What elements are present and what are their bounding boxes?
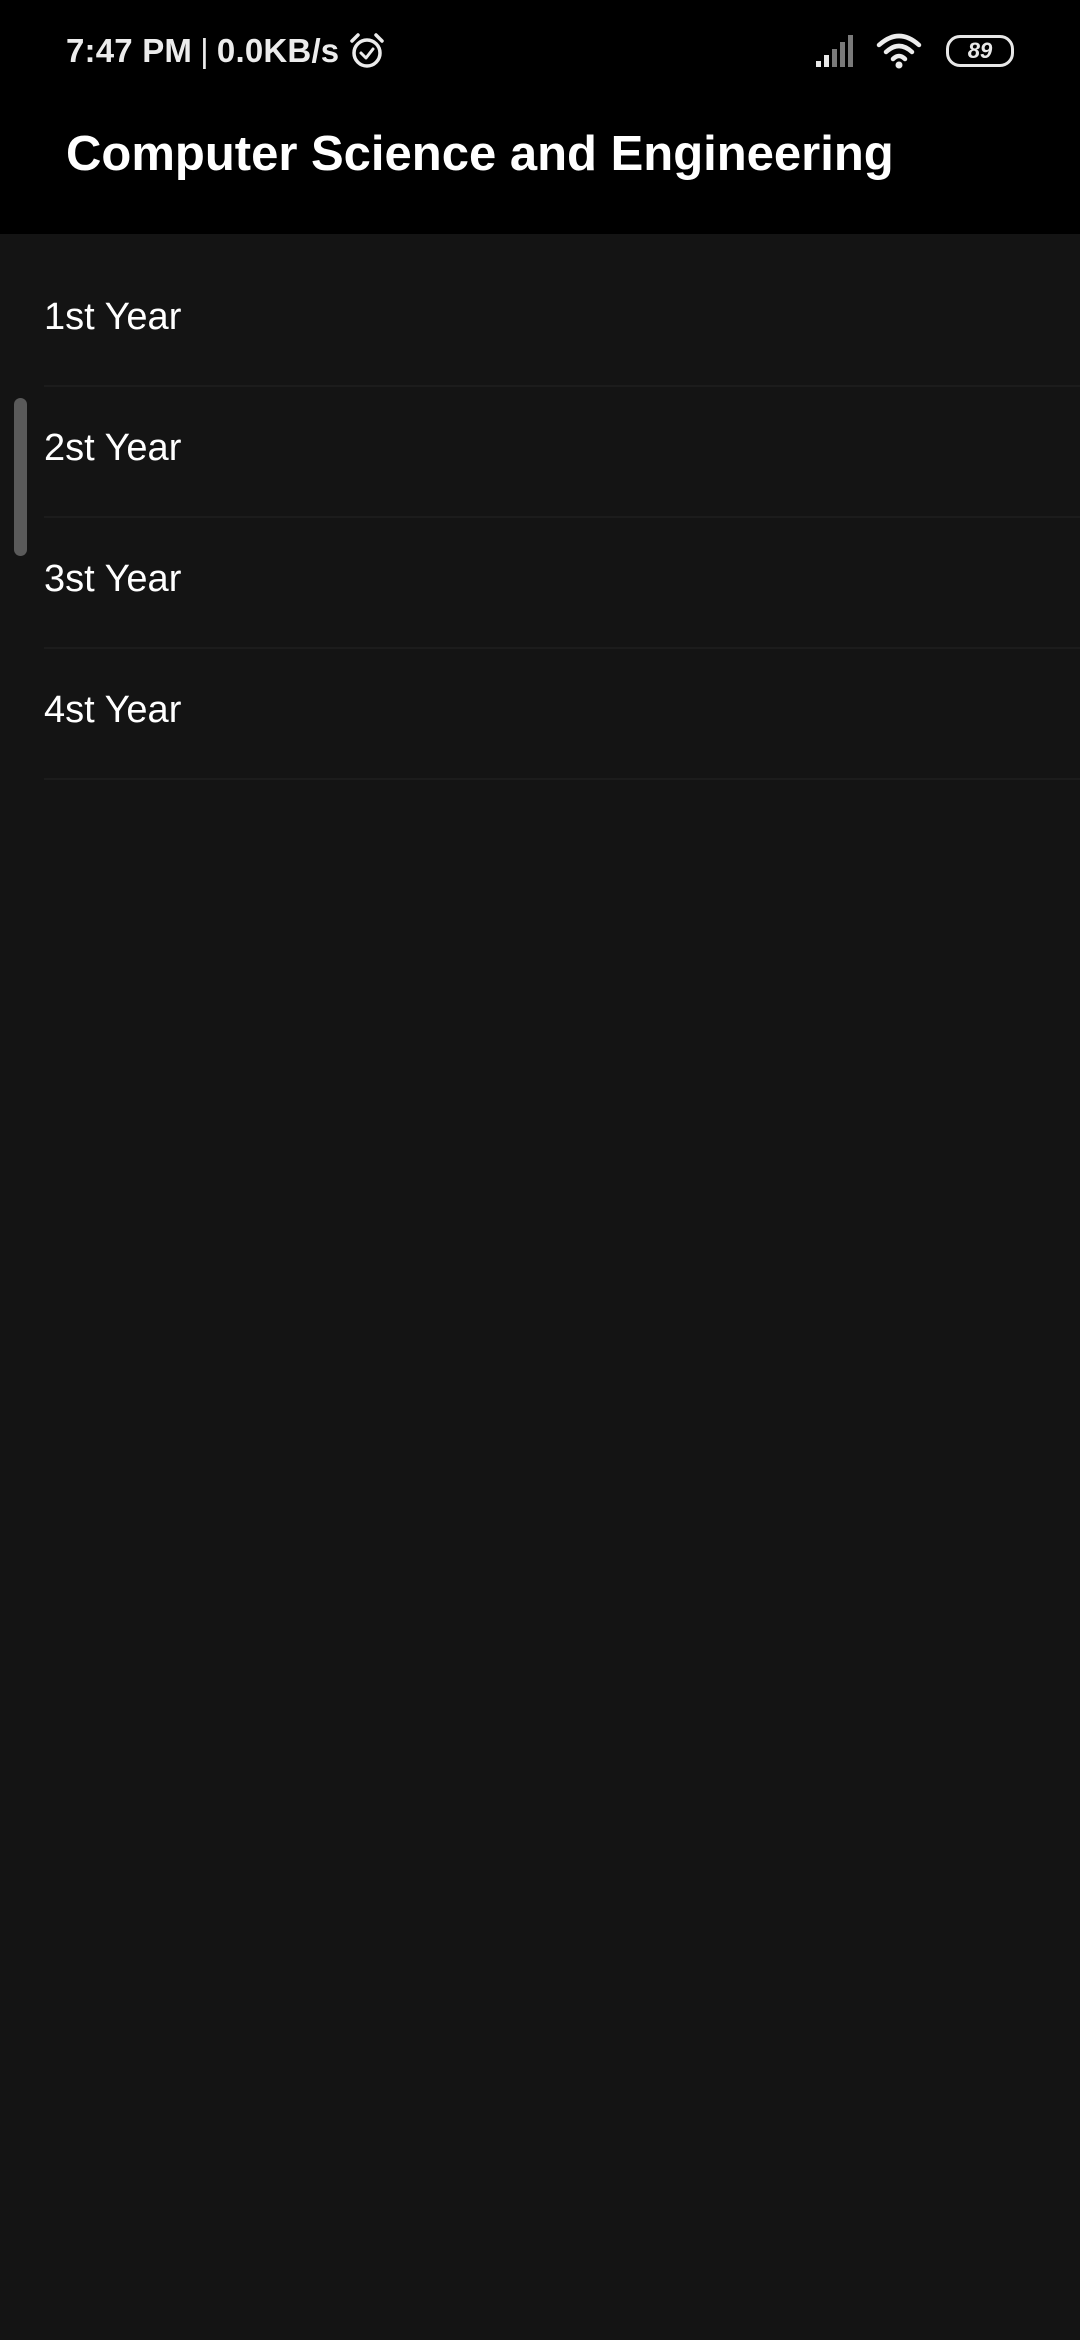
list-item-year-4[interactable]: 4st Year (44, 649, 1080, 780)
status-separator: | (200, 32, 209, 69)
status-bar: 7:47 PM | 0.0KB/s 89 (0, 0, 1080, 100)
year-list: 1st Year 2st Year 3st Year 4st Year (0, 256, 1080, 780)
status-time: 7:47 PM (66, 32, 193, 69)
cell-signal-icon (816, 35, 853, 67)
battery-level: 89 (967, 38, 993, 63)
list-item-label: 1st Year (44, 296, 182, 338)
list-item-label: 3st Year (44, 558, 182, 600)
status-left: 7:47 PM | 0.0KB/s (66, 26, 387, 76)
list-item-year-2[interactable]: 2st Year (44, 387, 1080, 518)
list-item-year-1[interactable]: 1st Year (44, 256, 1080, 387)
list-item-label: 4st Year (44, 689, 182, 731)
scrollbar-thumb[interactable] (14, 398, 27, 556)
app-bar: Computer Science and Engineering (0, 100, 1080, 234)
page-title: Computer Science and Engineering (66, 127, 894, 181)
screen: 7:47 PM | 0.0KB/s 89 Computer Science an… (0, 0, 1080, 2340)
list-item-year-3[interactable]: 3st Year (44, 518, 1080, 649)
network-speed: 0.0KB/s (216, 32, 340, 69)
status-right: 89 (814, 26, 1014, 76)
wifi-icon (876, 33, 922, 69)
battery-indicator: 89 (946, 35, 1014, 67)
list-item-label: 2st Year (44, 427, 182, 469)
alarm-clock-icon (350, 33, 385, 68)
